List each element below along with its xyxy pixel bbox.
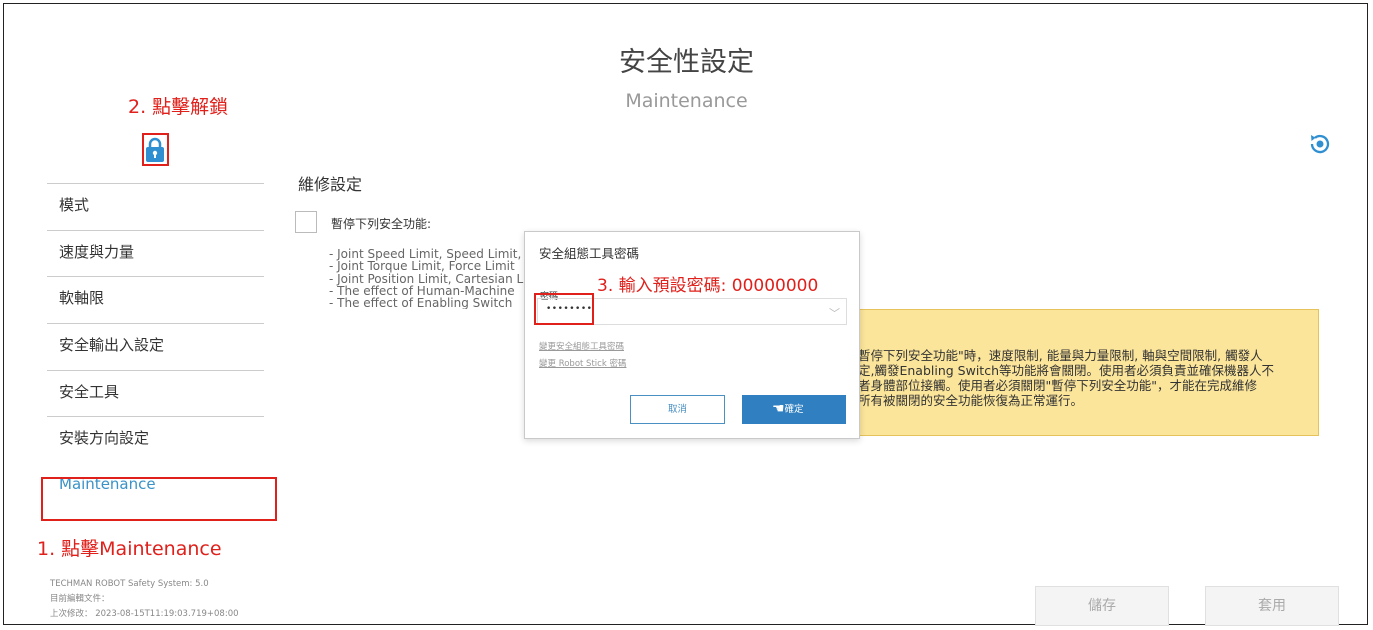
hand-cursor-icon: ☚	[772, 401, 785, 417]
sidebar-item-mode[interactable]: 模式	[47, 183, 264, 230]
sidebar-item-speed-force[interactable]: 速度與力量	[47, 229, 264, 277]
annotation-password-highlight	[534, 293, 594, 325]
warning-line: 定,觸發Enabling Switch等功能將會關閉。使用者必須負責並確保機器人…	[858, 363, 1274, 378]
dialog-title: 安全組態工具密碼	[539, 246, 640, 261]
sidebar-item-safety-tool[interactable]: 安全工具	[47, 369, 264, 417]
change-stick-password-link[interactable]: 變更 Robot Stick 密碼	[539, 357, 626, 369]
sidebar-item-safety-io[interactable]: 安全輸出入設定	[47, 323, 264, 370]
last-modified: 上次修改： 2023-08-15T11:19:03.719+08:00	[50, 609, 239, 619]
system-info: TECHMAN ROBOT Safety System: 5.0 目前編輯文件：…	[50, 577, 239, 622]
refresh-icon[interactable]	[1308, 132, 1332, 156]
change-tool-password-link[interactable]: 變更安全組態工具密碼	[539, 340, 624, 352]
annotation-maintenance-highlight	[41, 477, 277, 521]
annotation-step1: 1. 點擊Maintenance	[37, 538, 222, 560]
annotation-step3: 3. 輸入預設密碼: 00000000	[597, 276, 819, 296]
sidebar-item-soft-axis-limit[interactable]: 軟軸限	[47, 276, 264, 323]
warning-text: 暫停下列安全功能"時，速度限制, 能量與力量限制, 軸與空間限制, 觸發人 定,…	[858, 348, 1274, 408]
chevron-down-icon[interactable]: ﹀	[829, 305, 840, 321]
sidebar-item-mount-orientation[interactable]: 安裝方向設定	[47, 416, 264, 463]
warning-panel: 暫停下列安全功能"時，速度限制, 能量與力量限制, 軸與空間限制, 觸發人 定,…	[853, 309, 1319, 436]
checkbox-label: 暫停下列安全功能:	[331, 217, 432, 231]
section-title: 維修設定	[298, 175, 363, 194]
annotation-step2: 2. 點擊解鎖	[128, 96, 229, 118]
lock-icon[interactable]	[145, 137, 165, 163]
cancel-button[interactable]: 取消	[630, 395, 725, 424]
list-item: - The effect of Enabling Switch	[329, 296, 513, 310]
password-dialog: 安全組態工具密碼 密碼 •••••••• ﹀ 變更安全組態工具密碼 變更 Rob…	[524, 231, 860, 439]
suspend-safety-checkbox[interactable]	[295, 211, 317, 233]
list-item: - Joint Torque Limit, Force Limit	[329, 259, 515, 274]
suspended-functions-list: - Joint Speed Limit, Speed Limit, - Join…	[329, 248, 524, 309]
apply-button[interactable]: 套用	[1205, 586, 1339, 626]
page-title: 安全性設定	[619, 47, 754, 78]
system-version: TECHMAN ROBOT Safety System: 5.0	[50, 579, 209, 589]
save-button[interactable]: 儲存	[1035, 586, 1169, 626]
current-file: 目前編輯文件：	[50, 594, 110, 604]
warning-line: 所有被關閉的安全功能恢復為正常運行。	[858, 393, 1084, 408]
sidebar: 模式 速度與力量 軟軸限 安全輸出入設定 安全工具 安裝方向設定 Mainten…	[47, 183, 264, 510]
confirm-button[interactable]: 確定	[742, 395, 846, 424]
warning-line: 者身體部位接觸。使用者必須關閉"暫停下列安全功能"，才能在完成維修	[858, 378, 1258, 393]
warning-line: 暫停下列安全功能"時，速度限制, 能量與力量限制, 軸與空間限制, 觸發人	[858, 348, 1263, 363]
